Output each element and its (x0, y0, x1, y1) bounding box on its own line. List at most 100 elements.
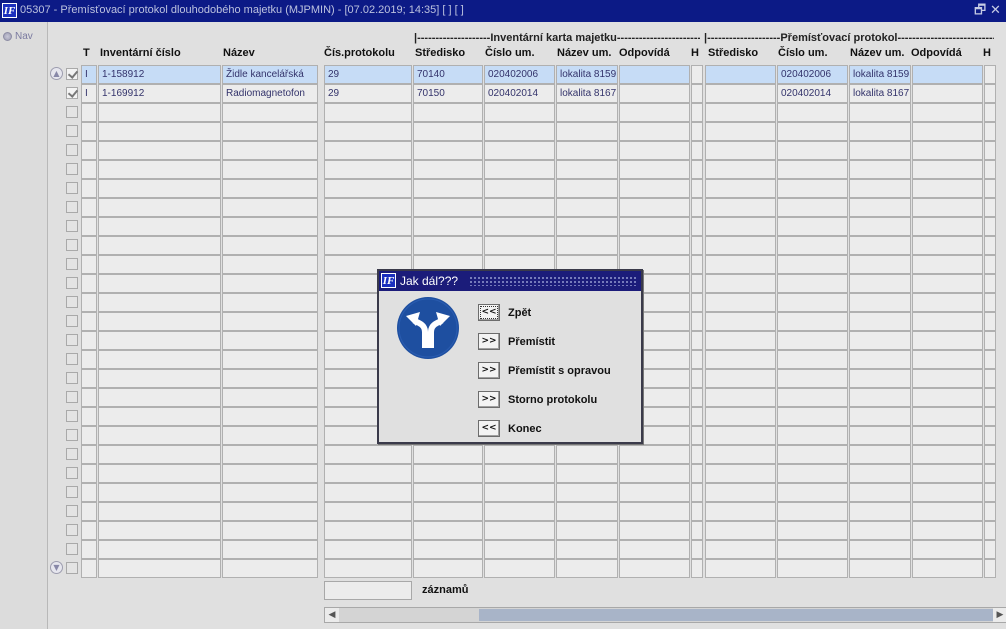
cell-p-odpovida[interactable] (912, 540, 983, 559)
cell-t[interactable] (81, 388, 97, 407)
cell-stredisko[interactable] (413, 217, 483, 236)
cell-p-cislo-um[interactable] (777, 502, 848, 521)
cell-odpovida[interactable] (619, 540, 690, 559)
cell-p-nazev-um[interactable] (849, 255, 911, 274)
cell-nazev-um[interactable] (556, 103, 618, 122)
row-checkbox[interactable] (66, 372, 78, 384)
empty-table-row[interactable] (48, 179, 1006, 198)
cell-p-stredisko[interactable] (705, 160, 776, 179)
cell-odpovida[interactable] (619, 464, 690, 483)
cell-p-odpovida[interactable] (912, 122, 983, 141)
empty-table-row[interactable] (48, 483, 1006, 502)
empty-table-row[interactable] (48, 464, 1006, 483)
cell-cislo-um[interactable]: 020402006 (484, 65, 555, 84)
cell-t[interactable] (81, 407, 97, 426)
cell-t[interactable] (81, 179, 97, 198)
cell-nazev[interactable] (222, 350, 318, 369)
cell-p-nazev-um[interactable] (849, 350, 911, 369)
cell-p-cislo-um[interactable] (777, 236, 848, 255)
cell-inventarni-cislo[interactable] (98, 236, 221, 255)
cell-nazev[interactable] (222, 274, 318, 293)
cell-odpovida[interactable] (619, 483, 690, 502)
cell-h[interactable] (691, 483, 703, 502)
cell-p-odpovida[interactable] (912, 502, 983, 521)
cell-inventarni-cislo[interactable] (98, 559, 221, 578)
cell-inventarni-cislo[interactable] (98, 312, 221, 331)
cell-nazev[interactable] (222, 464, 318, 483)
cell-p-stredisko[interactable] (705, 141, 776, 160)
cell-p-odpovida[interactable] (912, 236, 983, 255)
cell-odpovida[interactable] (619, 559, 690, 578)
cell-inventarni-cislo[interactable] (98, 160, 221, 179)
cell-inventarni-cislo[interactable] (98, 464, 221, 483)
cell-p-cislo-um[interactable] (777, 274, 848, 293)
cell-p-nazev-um[interactable] (849, 388, 911, 407)
cell-h[interactable] (691, 350, 703, 369)
cell-stredisko[interactable] (413, 540, 483, 559)
cell-t[interactable] (81, 540, 97, 559)
cell-p-nazev-um[interactable] (849, 141, 911, 160)
cell-h[interactable] (691, 369, 703, 388)
cell-p-nazev-um[interactable] (849, 445, 911, 464)
cell-inventarni-cislo[interactable] (98, 141, 221, 160)
cell-cislo-um[interactable] (484, 236, 555, 255)
row-checkbox[interactable] (66, 505, 78, 517)
cell-p-h[interactable] (984, 331, 996, 350)
cell-t[interactable] (81, 464, 97, 483)
cell-cislo-um[interactable] (484, 483, 555, 502)
cell-p-cislo-um[interactable] (777, 179, 848, 198)
empty-table-row[interactable] (48, 521, 1006, 540)
cell-t[interactable] (81, 293, 97, 312)
cell-t[interactable] (81, 369, 97, 388)
cell-odpovida[interactable] (619, 445, 690, 464)
cell-p-cislo-um[interactable] (777, 331, 848, 350)
cell-nazev[interactable] (222, 103, 318, 122)
cell-cislo-um[interactable] (484, 141, 555, 160)
cell-t[interactable] (81, 122, 97, 141)
cell-p-odpovida[interactable] (912, 331, 983, 350)
horizontal-scrollbar[interactable]: ◀ ▶ (324, 607, 1006, 623)
empty-table-row[interactable] (48, 559, 1006, 578)
cell-p-stredisko[interactable] (705, 407, 776, 426)
cell-nazev-um[interactable] (556, 236, 618, 255)
cell-nazev[interactable] (222, 160, 318, 179)
cell-p-cislo-um[interactable] (777, 255, 848, 274)
cell-nazev[interactable] (222, 407, 318, 426)
cell-cislo-um[interactable]: 020402014 (484, 84, 555, 103)
cell-p-stredisko[interactable] (705, 350, 776, 369)
cell-p-nazev-um[interactable] (849, 369, 911, 388)
cell-p-h[interactable] (984, 179, 996, 198)
cell-h[interactable] (691, 540, 703, 559)
row-checkbox[interactable] (66, 220, 78, 232)
cell-cis-protokolu[interactable] (324, 160, 412, 179)
row-checkbox[interactable] (66, 391, 78, 403)
cell-p-nazev-um[interactable] (849, 122, 911, 141)
cell-stredisko[interactable]: 70150 (413, 84, 483, 103)
cell-h[interactable] (691, 236, 703, 255)
cell-odpovida[interactable] (619, 84, 690, 103)
row-checkbox[interactable] (66, 163, 78, 175)
cell-p-h[interactable] (984, 369, 996, 388)
cell-inventarni-cislo[interactable] (98, 103, 221, 122)
cell-cis-protokolu[interactable] (324, 540, 412, 559)
cell-p-stredisko[interactable] (705, 445, 776, 464)
cell-p-nazev-um[interactable] (849, 407, 911, 426)
cell-t[interactable] (81, 350, 97, 369)
cell-t[interactable] (81, 236, 97, 255)
cell-p-h[interactable] (984, 122, 996, 141)
cell-p-cislo-um[interactable] (777, 198, 848, 217)
cell-nazev[interactable] (222, 502, 318, 521)
cell-t[interactable] (81, 103, 97, 122)
cell-nazev[interactable] (222, 312, 318, 331)
cell-nazev[interactable] (222, 559, 318, 578)
cell-nazev-um[interactable] (556, 179, 618, 198)
cell-stredisko[interactable] (413, 502, 483, 521)
cell-p-stredisko[interactable] (705, 179, 776, 198)
cell-cislo-um[interactable] (484, 521, 555, 540)
cell-stredisko[interactable] (413, 236, 483, 255)
row-checkbox[interactable] (66, 543, 78, 555)
cell-inventarni-cislo[interactable] (98, 179, 221, 198)
cell-p-nazev-um[interactable] (849, 274, 911, 293)
cell-nazev[interactable] (222, 331, 318, 350)
cell-p-h[interactable] (984, 540, 996, 559)
